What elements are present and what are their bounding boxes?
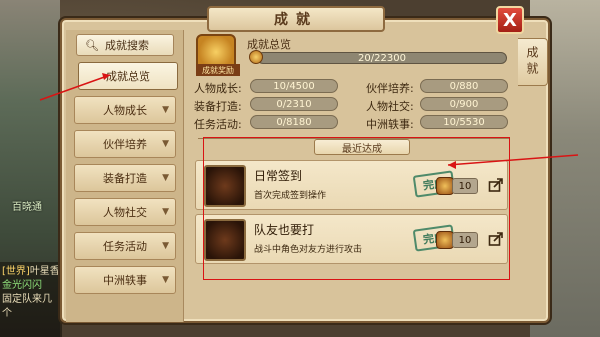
- stat-value: 0/880: [420, 79, 508, 93]
- stat-label: 人物成长:: [194, 82, 242, 95]
- menu-item-label: 成就总览: [106, 70, 150, 83]
- menu-item-label: 人物成长: [103, 104, 147, 117]
- menu-item-label: 中洲轶事: [103, 274, 147, 287]
- menu-item-social[interactable]: 人物社交 ▼: [74, 198, 176, 226]
- overview-progress-bar: 20/22300: [257, 52, 507, 64]
- chevron-down-icon: ▼: [162, 241, 169, 251]
- annotation-highlight-box: [203, 137, 510, 280]
- menu-item-label: 装备打造: [103, 172, 147, 185]
- achievement-coin-icon: [249, 50, 263, 64]
- search-icon: 🔍︎: [85, 38, 99, 52]
- npc-name-label[interactable]: 百晓通: [12, 198, 42, 213]
- chevron-down-icon: ▼: [162, 207, 169, 217]
- chat-line: [世界]叶星香: [2, 266, 60, 277]
- window-title: 成就: [207, 6, 385, 32]
- menu-item-partner[interactable]: 伙伴培养 ▼: [74, 130, 176, 158]
- chat-box[interactable]: [世界]叶星香 金光闪闪 固定队来几个: [0, 262, 62, 337]
- menu-item-overview[interactable]: 成就总览: [78, 62, 178, 90]
- achievement-search-button[interactable]: 🔍︎ 成就搜索: [76, 34, 174, 56]
- stat-label: 任务活动:: [194, 118, 242, 131]
- chevron-down-icon: ▼: [162, 173, 169, 183]
- stat-label: 伙伴培养:: [366, 82, 414, 95]
- chat-line: 金光闪闪: [2, 280, 42, 291]
- chat-line: 固定队来几个: [2, 294, 52, 319]
- search-label: 成就搜索: [104, 39, 149, 52]
- side-tab-achievement[interactable]: 成就: [518, 38, 548, 86]
- stat-value: 0/8180: [250, 115, 338, 129]
- chevron-down-icon: ▼: [162, 275, 169, 285]
- stat-value: 10/5530: [420, 115, 508, 129]
- stat-value: 10/4500: [250, 79, 338, 93]
- chevron-down-icon: ▼: [162, 105, 169, 115]
- close-button[interactable]: X: [496, 6, 524, 34]
- chevron-down-icon: ▼: [162, 139, 169, 149]
- stat-label: 中洲轶事:: [366, 118, 414, 131]
- menu-item-tasks[interactable]: 任务活动 ▼: [74, 232, 176, 260]
- progress-text: 20/22300: [358, 52, 406, 64]
- reward-badge-label[interactable]: 成就奖励: [196, 64, 240, 76]
- stat-label: 人物社交:: [366, 100, 414, 113]
- stat-value: 0/2310: [250, 97, 338, 111]
- menu-item-equipment[interactable]: 装备打造 ▼: [74, 164, 176, 192]
- menu-item-growth[interactable]: 人物成长 ▼: [74, 96, 176, 124]
- menu-item-anecdotes[interactable]: 中洲轶事 ▼: [74, 266, 176, 294]
- menu-item-label: 伙伴培养: [103, 138, 147, 151]
- stat-label: 装备打造:: [194, 100, 242, 113]
- menu-item-label: 人物社交: [103, 206, 147, 219]
- stat-value: 0/900: [420, 97, 508, 111]
- menu-item-label: 任务活动: [103, 240, 147, 253]
